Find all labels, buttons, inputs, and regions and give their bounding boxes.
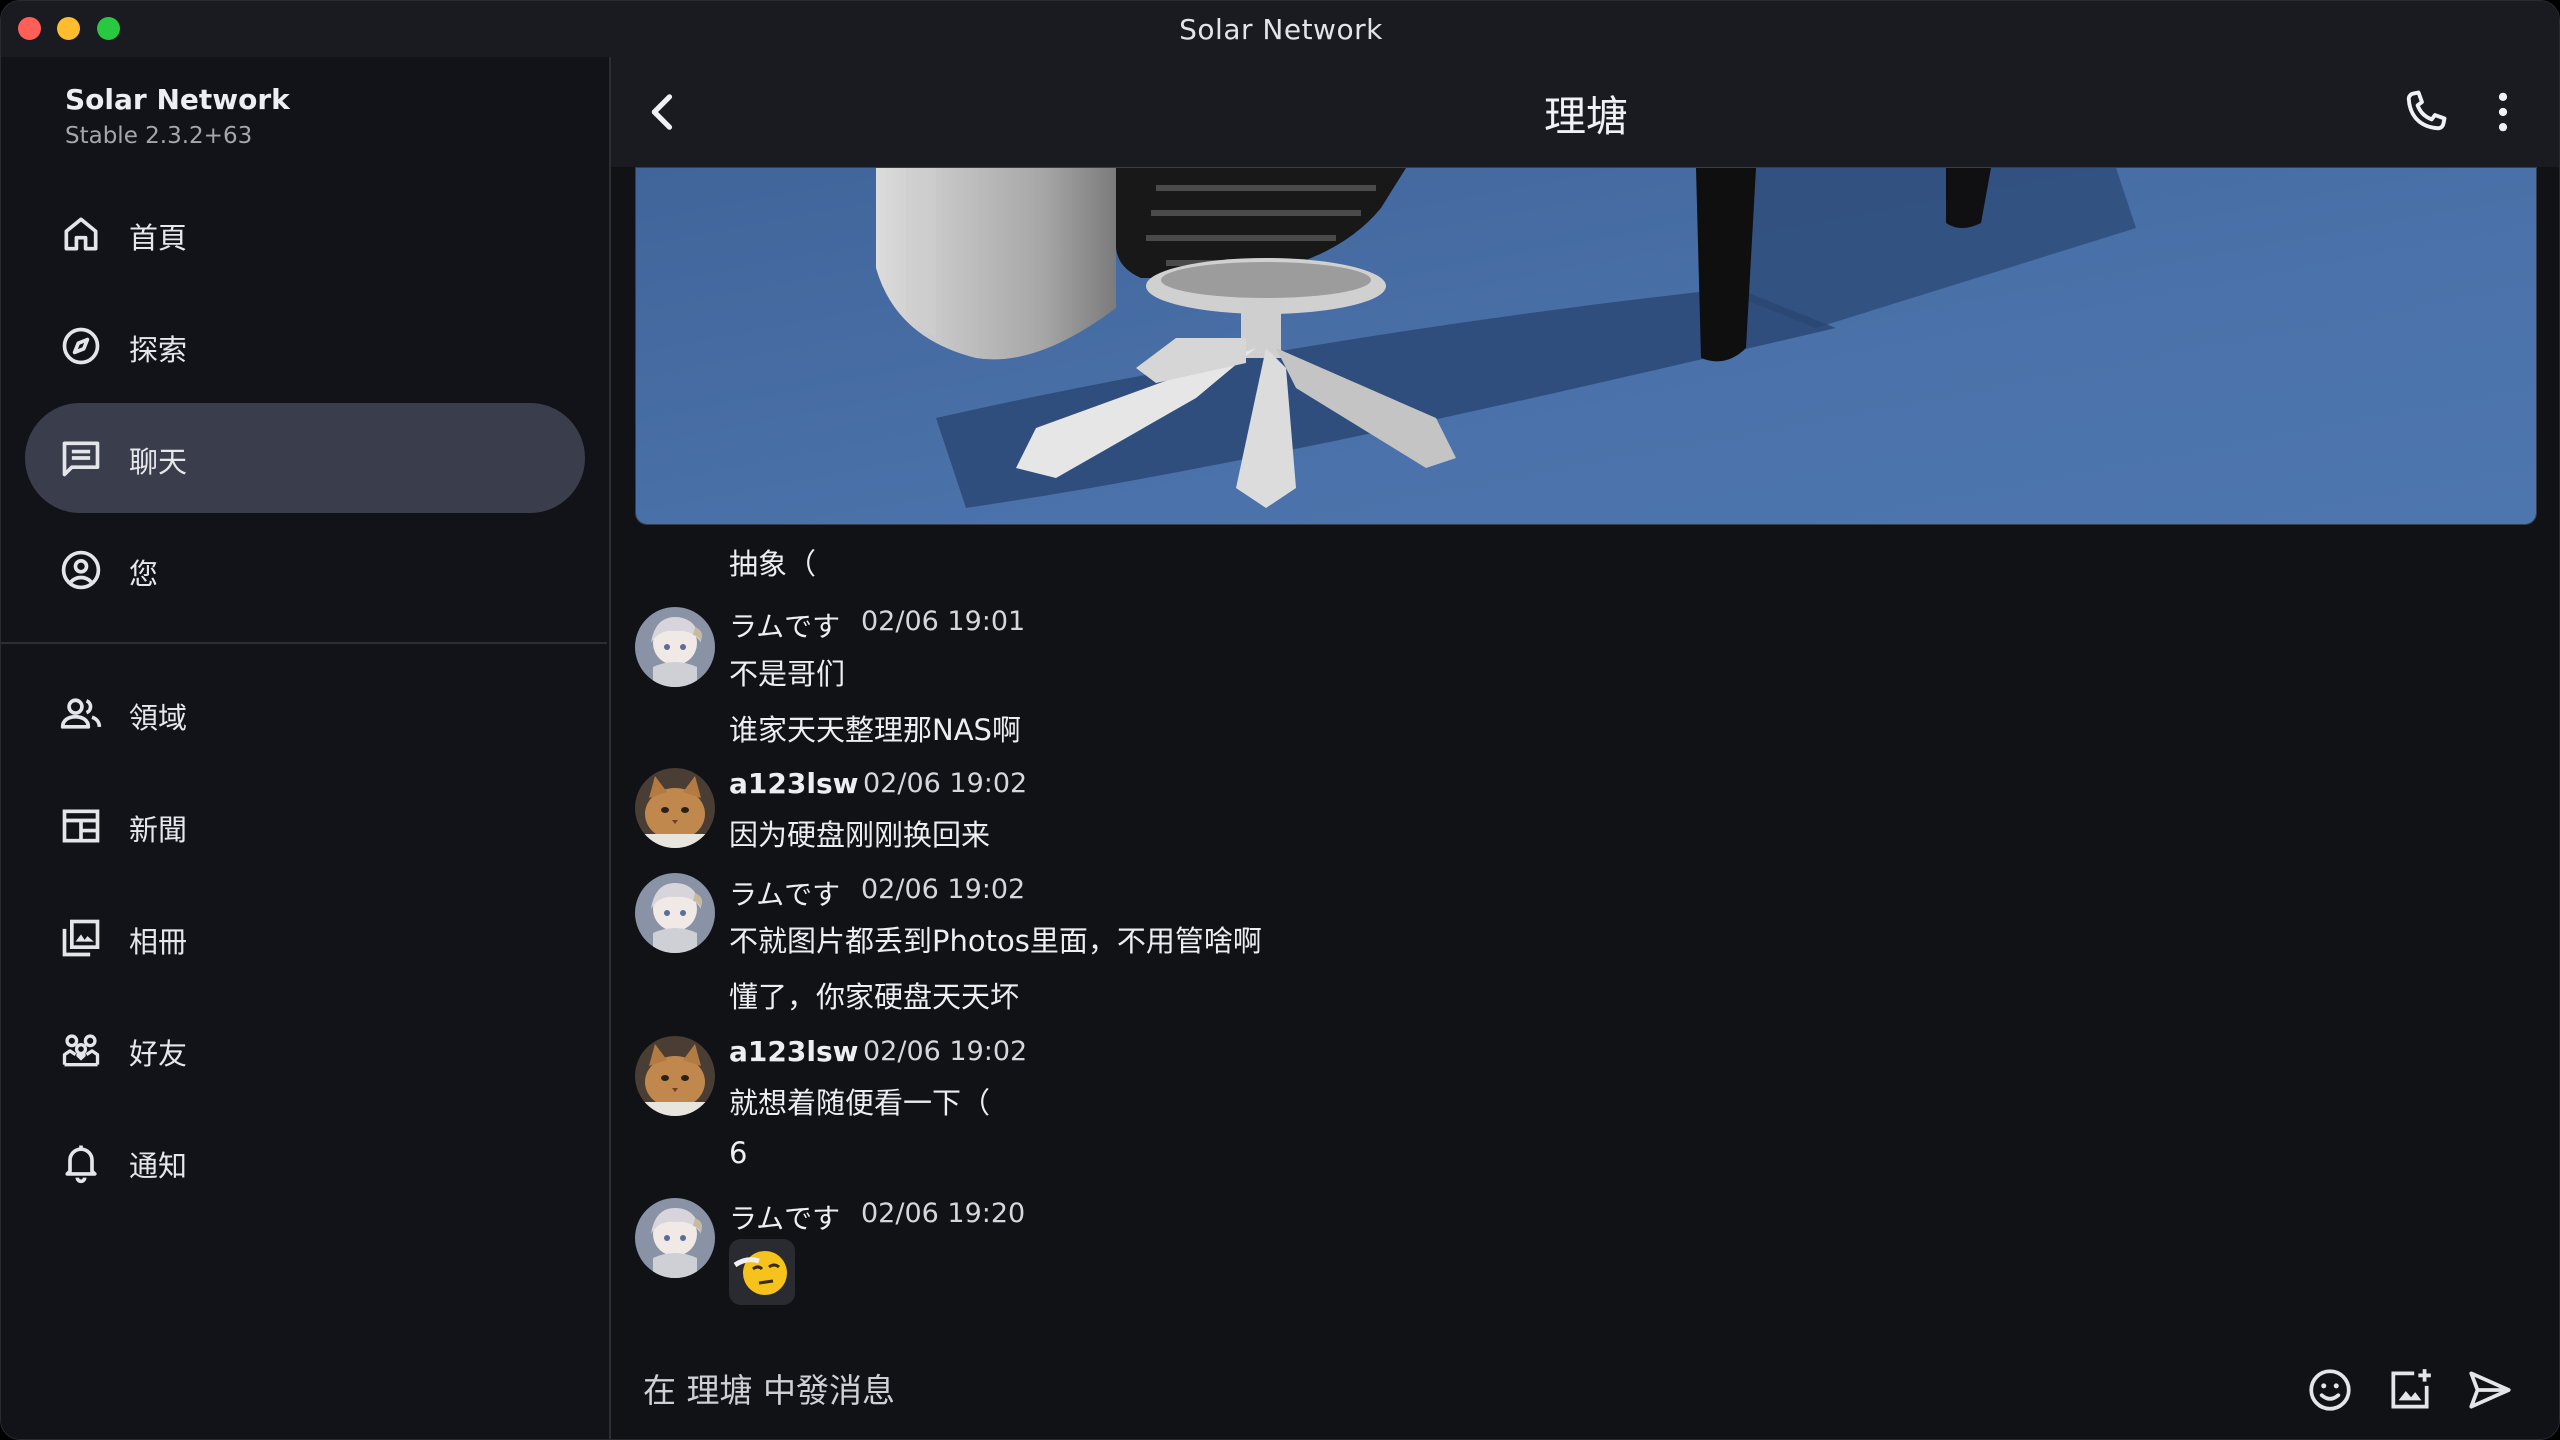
message-text: 谁家天天整理那NAS啊	[729, 713, 1021, 747]
message-sender[interactable]: a123lsw	[729, 767, 858, 800]
album-icon	[62, 919, 100, 957]
emoji-button[interactable]	[2305, 1365, 2355, 1415]
sticker[interactable]	[729, 1239, 795, 1305]
image-attachment[interactable]	[635, 167, 2537, 525]
app-window: Solar Network Solar Network Stable 2.3.2…	[0, 0, 2560, 1440]
avatar[interactable]	[635, 607, 715, 687]
avatar[interactable]	[635, 768, 715, 848]
add-image-button[interactable]	[2385, 1365, 2435, 1415]
sidebar-item-label: 領域	[129, 701, 188, 735]
message-timestamp: 02/06 19:01	[861, 606, 1026, 637]
message-text: 懂了，你家硬盘天天坏	[729, 980, 1020, 1014]
app-name: Solar Network	[65, 83, 290, 116]
sidebar: Solar Network Stable 2.3.2+63 首頁 探索 聊天 您…	[1, 57, 611, 1439]
message-text: 不就图片都丢到Photos里面，不用管啥啊	[729, 924, 1262, 958]
compass-icon	[62, 327, 100, 365]
message-sender[interactable]: ラムです	[729, 605, 840, 645]
anime-avatar-image	[635, 1198, 715, 1278]
sidebar-item-label: 相冊	[129, 925, 188, 959]
sidebar-item-account[interactable]: 您	[25, 515, 585, 625]
message-sender[interactable]: ラムです	[729, 1197, 840, 1237]
sidebar-item-chat[interactable]: 聊天	[25, 403, 585, 513]
chat-icon	[62, 441, 100, 477]
call-button[interactable]	[2399, 86, 2451, 138]
sidebar-item-label: 聊天	[129, 445, 188, 479]
account-icon	[61, 550, 101, 590]
friends-icon	[62, 1034, 100, 1067]
cat-avatar-image	[635, 1036, 715, 1116]
thinking-emoji-sticker	[733, 1251, 787, 1295]
message-text: 就想着随便看一下（	[729, 1086, 991, 1120]
sidebar-item-label: 您	[129, 557, 159, 591]
chat-panel: 理塘 抽象（ ラムです 02/06 19:01 不是哥们 谁家天天整理那NAS啊…	[611, 57, 2559, 1439]
send-button[interactable]	[2465, 1365, 2515, 1415]
anime-avatar-image	[635, 607, 715, 687]
sidebar-item-label: 通知	[129, 1149, 188, 1183]
sidebar-item-label: 首頁	[129, 221, 188, 255]
sidebar-item-news[interactable]: 新聞	[25, 771, 585, 881]
cat-avatar-image	[635, 768, 715, 848]
sidebar-item-label: 探索	[129, 333, 188, 367]
anime-avatar-image	[635, 873, 715, 953]
avatar[interactable]	[635, 873, 715, 953]
avatar[interactable]	[635, 1036, 715, 1116]
avatar[interactable]	[635, 1198, 715, 1278]
sidebar-item-label: 好友	[129, 1037, 188, 1071]
app-version: Stable 2.3.2+63	[65, 123, 253, 149]
sidebar-item-explore[interactable]: 探索	[25, 291, 585, 401]
message-text: 6	[729, 1136, 748, 1170]
chair-render-image	[636, 168, 2536, 524]
chat-title: 理塘	[1543, 92, 1628, 141]
sidebar-divider	[1, 642, 607, 644]
window-title: Solar Network	[1179, 13, 1383, 46]
message-timestamp: 02/06 19:02	[861, 874, 1026, 905]
sidebar-item-notifications[interactable]: 通知	[25, 1107, 585, 1217]
message-text: 不是哥们	[729, 657, 846, 691]
people-icon	[60, 698, 102, 729]
message-composer	[611, 1337, 2559, 1439]
message-timestamp: 02/06 19:02	[863, 1036, 1028, 1067]
news-icon	[62, 809, 100, 843]
sidebar-item-label: 新聞	[129, 813, 188, 847]
message-timestamp: 02/06 19:20	[861, 1198, 1026, 1229]
more-options-button[interactable]	[2477, 86, 2529, 138]
message-timestamp: 02/06 19:02	[863, 768, 1028, 799]
sidebar-item-friends[interactable]: 好友	[25, 995, 585, 1105]
message-text: 因为硬盘刚刚换回来	[729, 818, 991, 852]
message-sender[interactable]: a123lsw	[729, 1035, 858, 1068]
home-icon	[64, 217, 98, 251]
chat-header: 理塘	[611, 57, 2559, 167]
bell-icon	[65, 1145, 97, 1184]
sidebar-item-realms[interactable]: 領域	[25, 659, 585, 769]
sidebar-item-album[interactable]: 相冊	[25, 883, 585, 993]
sidebar-item-home[interactable]: 首頁	[25, 179, 585, 289]
message-input[interactable]	[641, 1359, 1945, 1421]
message-text: 抽象（	[729, 547, 817, 581]
title-bar: Solar Network	[1, 1, 2559, 58]
message-sender[interactable]: ラムです	[729, 873, 840, 913]
